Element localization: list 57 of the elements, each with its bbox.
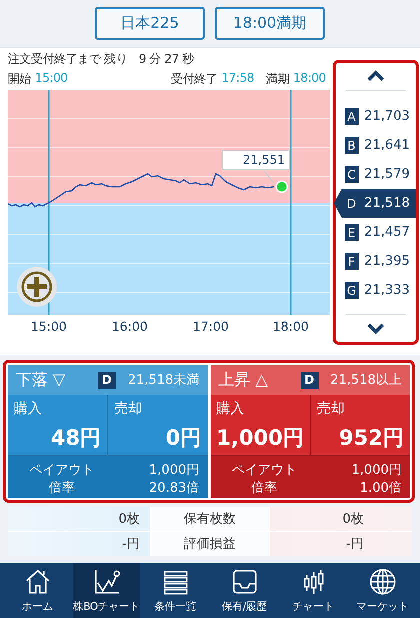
payout-value: 1,000円 — [350, 462, 402, 479]
nav-tab[interactable]: 条件一覧 — [142, 563, 209, 618]
time-label: 満期 — [266, 70, 290, 88]
holding-value: 0枚 — [118, 511, 140, 528]
time-value: 18:00 — [293, 70, 326, 86]
rate-value: 20.83倍 — [148, 480, 200, 497]
holding-value: -円 — [122, 536, 140, 553]
condition-text: 21,518未満 — [128, 372, 200, 389]
holding-label: 保有枚数 — [184, 511, 236, 528]
strike-item[interactable]: C 21,579 — [336, 160, 416, 189]
direction-label: 下落 ▽ — [16, 370, 66, 390]
holding-value: -円 — [346, 536, 364, 553]
countdown-text: 注文受付終了まで 残り 9 分 27 秒 — [8, 50, 194, 68]
price-tooltip: 21,551 — [222, 150, 290, 170]
current-price-dot — [276, 180, 288, 194]
nav-tab[interactable]: マーケット — [349, 563, 416, 618]
strike-item[interactable]: F 21,395 — [336, 247, 416, 276]
direction-label: 上昇 △ — [218, 370, 268, 390]
selector-button[interactable]: 18:00満期 — [215, 7, 325, 40]
strike-badge: D — [98, 372, 116, 388]
buy-button[interactable]: 購入 48円 — [8, 395, 108, 455]
axis-label: 15:00 — [30, 319, 68, 334]
condition-text: 21,518以上 — [330, 372, 402, 389]
holding-value: 0枚 — [342, 511, 364, 528]
globe-icon — [368, 567, 398, 597]
strike-item[interactable]: B 21,641 — [336, 131, 416, 160]
axis-label: 18:00 — [272, 319, 310, 334]
buy-button[interactable]: 購入 1,000円 — [210, 395, 310, 455]
strike-badge: D — [300, 372, 318, 388]
sell-button[interactable]: 売却 0円 — [108, 395, 208, 455]
strike-item[interactable]: D 21,518 — [334, 189, 416, 218]
payout-label: ペイアウト — [230, 462, 298, 479]
time-value: 15:00 — [35, 70, 68, 86]
strike-item[interactable]: A 21,703 — [336, 102, 416, 131]
strike-item[interactable]: G 21,333 — [336, 276, 416, 305]
time-label: 受付終了 — [171, 70, 218, 88]
payout-label: ペイアウト — [28, 462, 96, 479]
strike-item[interactable]: E 21,457 — [336, 218, 416, 247]
holding-label: 評価損益 — [184, 536, 236, 553]
rate-label: 倍率 — [250, 480, 278, 497]
nav-tab[interactable]: ホーム — [4, 563, 71, 618]
down-chevron-icon[interactable] — [367, 322, 385, 335]
axis-label: 17:00 — [192, 319, 230, 334]
nav-tab[interactable]: 保有/履歴 — [211, 563, 278, 618]
nav-tab[interactable]: チャート — [280, 563, 347, 618]
rate-label: 倍率 — [48, 480, 76, 497]
up-chevron-icon[interactable] — [367, 70, 385, 83]
zoom-plus-icon[interactable] — [17, 267, 57, 307]
axis-label: 16:00 — [112, 319, 148, 334]
time-label: 開始 — [8, 70, 32, 88]
sell-button[interactable]: 売却 952円 — [310, 395, 410, 455]
leader-line — [264, 170, 274, 184]
time-value: 17:58 — [222, 70, 254, 86]
selector-button[interactable]: 日本225 — [95, 7, 205, 40]
payout-value: 1,000円 — [148, 462, 200, 479]
rate-value: 1.00倍 — [359, 480, 402, 497]
nav-tab[interactable]: 株BOチャート — [73, 563, 140, 618]
